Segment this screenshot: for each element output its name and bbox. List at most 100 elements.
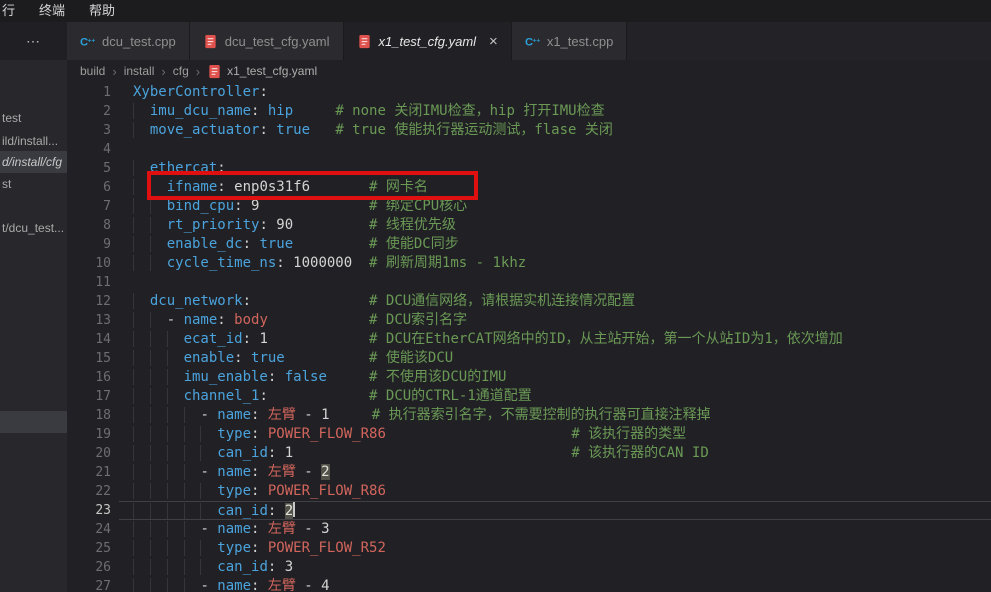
line-number: 12 [67,292,119,311]
indent-guide [133,388,150,404]
indent-guide [133,483,150,499]
indent-guide [133,503,150,519]
breadcrumb-file[interactable]: x1_test_cfg.yaml [207,64,317,79]
code-editor[interactable]: 1XyberController:2 imu_dcu_name: hip # n… [67,82,991,592]
panel-more-actions-button[interactable]: ⋯ [0,22,67,60]
indent-guide [184,483,201,499]
yaml-file-icon [357,34,372,49]
indent-guide [133,369,150,385]
panel-row-highlight[interactable] [0,411,67,433]
code-text: bind_cpu: 9 # 绑定CPU核心 [119,197,991,216]
code-line[interactable]: 22 type: POWER_FLOW_R86 [67,482,991,501]
code-line[interactable]: 26 can_id: 3 [67,558,991,577]
code-line[interactable]: 27 - name: 左臂 - 4 [67,577,991,592]
yaml-file-icon [207,64,222,79]
indent-guide [133,521,150,537]
indent-guide [150,483,167,499]
indent-guide [150,217,167,233]
line-number: 1 [67,83,119,102]
panel-item[interactable]: t/dcu_test... [0,218,67,238]
menu-item-run[interactable]: 行 [0,0,27,22]
panel-item-selected[interactable]: d/install/cfg [0,151,67,173]
line-number: 19 [67,425,119,444]
code-line[interactable]: 4 [67,140,991,159]
code-line[interactable]: 20 can_id: 1 # 该执行器的CAN ID [67,444,991,463]
code-text: - name: body # DCU索引名字 [119,311,991,330]
indent-guide [200,426,217,442]
line-number: 18 [67,406,119,425]
line-number: 11 [67,273,119,292]
tab-dcu_test-cpp[interactable]: C ++ dcu_test.cpp [67,22,190,60]
code-line[interactable]: 3 move_actuator: true # true 使能执行器运动测试，f… [67,121,991,140]
indent-guide [133,179,150,195]
indent-guide [150,388,167,404]
indent-guide [167,483,184,499]
tab-label: dcu_test_cfg.yaml [225,34,330,49]
code-line[interactable]: 19 type: POWER_FLOW_R86 # 该执行器的类型 [67,425,991,444]
indent-guide [150,503,167,519]
panel-item[interactable]: ild/install... [0,131,67,151]
code-line[interactable]: 7 bind_cpu: 9 # 绑定CPU核心 [67,197,991,216]
code-line[interactable]: 16 imu_enable: false # 不使用该DCU的IMU [67,368,991,387]
tab-label: dcu_test.cpp [102,34,176,49]
indent-guide [167,445,184,461]
tab-dcu_test_cfg-yaml[interactable]: dcu_test_cfg.yaml [190,22,344,60]
menu-item-terminal[interactable]: 终端 [27,0,77,22]
code-text: ethercat: [119,159,991,178]
code-line[interactable]: 6 ifname: enp0s31f6 # 网卡名 [67,178,991,197]
code-line[interactable]: 14 ecat_id: 1 # DCU在EtherCAT网络中的ID，从主站开始… [67,330,991,349]
code-line[interactable]: 25 type: POWER_FLOW_R52 [67,539,991,558]
line-number: 17 [67,387,119,406]
breadcrumb-segment-install[interactable]: install [124,64,155,78]
code-line[interactable]: 5 ethercat: [67,159,991,178]
indent-guide [133,464,150,480]
tab-x1_test-cpp[interactable]: C ++ x1_test.cpp [512,22,628,60]
indent-guide [184,521,201,537]
chevron-right-icon: › [196,64,200,79]
code-line[interactable]: 1XyberController: [67,83,991,102]
code-line[interactable]: 15 enable: true # 使能该DCU [67,349,991,368]
indent-guide [150,540,167,556]
code-text: can_id: 1 # 该执行器的CAN ID [119,444,991,463]
code-text: imu_enable: false # 不使用该DCU的IMU [119,368,991,387]
code-line[interactable]: 23 can_id: 2 [67,501,991,520]
tab-x1_test_cfg-yaml-active[interactable]: x1_test_cfg.yaml × [344,22,512,60]
code-text: - name: 左臂 - 2 [119,463,991,482]
close-tab-icon[interactable]: × [489,34,498,49]
code-line[interactable]: 11 [67,273,991,292]
text-cursor [293,502,295,517]
code-line[interactable]: 9 enable_dc: true # 使能DC同步 [67,235,991,254]
code-line[interactable]: 10 cycle_time_ns: 1000000 # 刷新周期1ms - 1k… [67,254,991,273]
indent-guide [167,540,184,556]
indent-guide [150,369,167,385]
code-line[interactable]: 12 dcu_network: # DCU通信网络，请根据实机连接情况配置 [67,292,991,311]
line-number: 24 [67,520,119,539]
panel-item[interactable]: st [0,174,67,194]
code-line[interactable]: 24 - name: 左臂 - 3 [67,520,991,539]
code-line[interactable]: 2 imu_dcu_name: hip # none 关闭IMU检查，hip 打… [67,102,991,121]
indent-guide [150,521,167,537]
breadcrumb-segment-cfg[interactable]: cfg [173,64,189,78]
line-number: 22 [67,482,119,501]
indent-guide [167,503,184,519]
breadcrumb-segment-build[interactable]: build [80,64,105,78]
indent-guide [150,350,167,366]
code-text: move_actuator: true # true 使能执行器运动测试，fla… [119,121,991,140]
code-text: rt_priority: 90 # 线程优先级 [119,216,991,235]
indent-guide [133,255,150,271]
ellipsis-icon: ⋯ [26,33,41,50]
code-line[interactable]: 13 - name: body # DCU索引名字 [67,311,991,330]
indent-guide [167,388,184,404]
panel-item[interactable]: test [0,108,67,128]
indent-guide [184,540,201,556]
indent-guide [200,503,217,519]
code-line[interactable]: 8 rt_priority: 90 # 线程优先级 [67,216,991,235]
code-line[interactable]: 17 channel_1: # DCU的CTRL-1通道配置 [67,387,991,406]
yaml-file-icon [203,34,218,49]
menu-item-help[interactable]: 帮助 [77,0,127,22]
tab-label: x1_test.cpp [547,34,614,49]
code-line[interactable]: 18 - name: 左臂 - 1 # 执行器索引名字，不需要控制的执行器可直接… [67,406,991,425]
code-text: dcu_network: # DCU通信网络，请根据实机连接情况配置 [119,292,991,311]
indent-guide [200,559,217,575]
code-line[interactable]: 21 - name: 左臂 - 2 [67,463,991,482]
